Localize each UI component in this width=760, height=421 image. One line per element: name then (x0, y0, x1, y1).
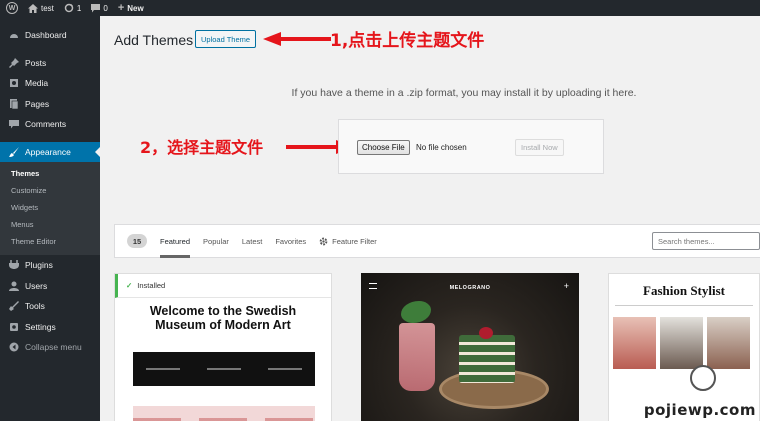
feature-filter-button[interactable]: Feature Filter (319, 224, 377, 258)
install-now-button[interactable]: Install Now (515, 139, 564, 156)
annotation-arrow-upload (263, 32, 331, 46)
theme-filter-bar: 15 Featured Popular Latest Favorites Fea… (114, 224, 760, 258)
upload-theme-button[interactable]: Upload Theme (195, 30, 257, 48)
annotation-step1: 1,点击上传主题文件 (330, 31, 485, 51)
plugin-icon (9, 260, 19, 270)
tab-favorites[interactable]: Favorites (275, 224, 306, 258)
pages-icon (9, 98, 19, 109)
choose-file-button[interactable]: Choose File (357, 140, 410, 155)
sidebar-item-dashboard[interactable]: Dashboard (0, 25, 100, 46)
sidebar-item-users[interactable]: Users (0, 276, 100, 297)
media-icon (9, 78, 19, 88)
fashion-photo (613, 317, 656, 369)
berry-image (479, 327, 493, 339)
plus-icon: + (563, 281, 569, 291)
sidebar-item-comments[interactable]: Comments (0, 114, 100, 135)
drink-glass-image (399, 323, 435, 391)
appearance-submenu: Themes Customize Widgets Menus Theme Edi… (0, 162, 100, 255)
theme-preview-title: Fashion Stylist (643, 283, 725, 298)
submenu-theme-editor[interactable]: Theme Editor (0, 233, 100, 250)
updates-link[interactable]: 1 (64, 3, 81, 13)
submenu-widgets[interactable]: Widgets (0, 199, 100, 216)
annotation-step2: 2，选择主题文件 (140, 138, 264, 157)
sidebar-collapse-menu[interactable]: Collapse menu (0, 337, 100, 358)
theme-preview-footer (133, 406, 315, 421)
theme-card-melograno[interactable]: MELOGRANO + (361, 273, 579, 421)
home-icon (28, 3, 38, 13)
updates-icon (64, 3, 74, 13)
cake-image (459, 335, 515, 383)
submenu-menus[interactable]: Menus (0, 216, 100, 233)
sidebar-item-appearance[interactable]: Appearance (0, 141, 100, 162)
submenu-customize[interactable]: Customize (0, 182, 100, 199)
sidebar-item-settings[interactable]: Settings (0, 317, 100, 338)
comments-icon (9, 119, 19, 129)
admin-bar: W test 1 0 + New (0, 0, 760, 16)
gear-icon (319, 237, 328, 245)
users-icon (9, 281, 19, 291)
theme-card-installed[interactable]: ✓ Installed Welcome to the Swedish Museu… (114, 273, 332, 421)
submenu-themes[interactable]: Themes (0, 165, 100, 182)
pin-icon (9, 57, 19, 68)
search-themes-input[interactable]: Search themes... (652, 232, 760, 250)
dashboard-icon (9, 30, 19, 40)
theme-preview-logo: MELOGRANO (449, 285, 491, 291)
tab-latest[interactable]: Latest (242, 224, 262, 258)
upload-help-text: If you have a theme in a .zip format, yo… (291, 87, 637, 99)
theme-card-fashion[interactable]: Fashion Stylist (608, 273, 760, 421)
comments-link[interactable]: 0 (91, 3, 108, 13)
fashion-photo (707, 317, 750, 369)
theme-count-badge: 15 (127, 234, 147, 248)
divider (615, 305, 753, 306)
theme-preview-photos (613, 317, 750, 369)
main-content: Add Themes Upload Theme 1,点击上传主题文件 If yo… (100, 16, 760, 421)
wordpress-logo-icon[interactable]: W (6, 2, 18, 14)
tools-icon (9, 301, 19, 312)
page-title: Add Themes (114, 32, 194, 48)
sidebar-item-pages[interactable]: Pages (0, 94, 100, 115)
sidebar-item-plugins[interactable]: Plugins (0, 255, 100, 276)
theme-preview-banner (133, 352, 315, 386)
sidebar-item-tools[interactable]: Tools (0, 296, 100, 317)
theme-preview-title: Welcome to the Swedish Museum of Modern … (149, 304, 297, 332)
checkmark-icon: ✓ (126, 281, 133, 290)
sidebar-item-posts[interactable]: Posts (0, 53, 100, 74)
settings-icon (9, 322, 19, 332)
upload-form: Choose File No file chosen Install Now (338, 119, 604, 174)
fashion-photo (660, 317, 703, 369)
admin-sidebar: Dashboard Posts Media Pages Comments App… (0, 16, 100, 421)
watermark-text: pojiewp.com (643, 401, 756, 419)
brush-icon (9, 146, 19, 157)
comment-bubble-icon (91, 3, 101, 12)
site-name-link[interactable]: test (28, 3, 54, 13)
tab-popular[interactable]: Popular (203, 224, 229, 258)
new-content-link[interactable]: + New (118, 2, 144, 14)
plus-icon: + (117, 2, 125, 14)
sidebar-item-media[interactable]: Media (0, 73, 100, 94)
installed-notice: ✓ Installed (115, 274, 331, 298)
no-file-label: No file chosen (416, 143, 467, 152)
tab-featured[interactable]: Featured (160, 224, 191, 258)
collapse-icon (9, 342, 19, 352)
watermark-robot-icon (690, 365, 716, 391)
